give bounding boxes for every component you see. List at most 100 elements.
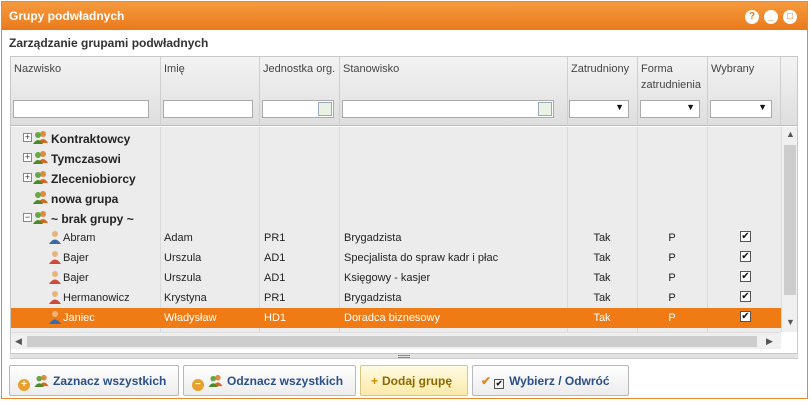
cell-zatrudniony: Tak xyxy=(593,272,611,284)
group-icon xyxy=(33,211,48,224)
filter-nazwisko-input[interactable] xyxy=(13,100,149,118)
deselect-all-button[interactable]: − Odznacz wszystkich xyxy=(183,365,356,396)
group-row-zleceniobiorcy[interactable]: + Zleceniobiorcy xyxy=(11,168,781,188)
group-icon xyxy=(34,374,49,387)
col-label: Zatrudniony xyxy=(571,63,630,75)
filter-jednostka-input[interactable] xyxy=(262,100,334,118)
col-label: Jednostka org. xyxy=(263,63,336,75)
group-name: nowa grupa xyxy=(51,192,119,206)
table-row[interactable]: Abram Adam PR1 Brygadzista Tak P ✔ xyxy=(11,228,781,248)
dropdown-arrow-icon: ▼ xyxy=(686,102,695,112)
male-user-icon xyxy=(49,231,61,244)
group-row-kontraktowcy[interactable]: + Kontraktowcy xyxy=(11,128,781,148)
group-name: Zleceniobiorcy xyxy=(51,172,136,186)
checkbox-icon: ✔ xyxy=(494,379,505,389)
minimize-button[interactable]: _ xyxy=(764,10,778,24)
cell-forma: P xyxy=(668,312,676,324)
cell-nazwisko: Bajer xyxy=(63,272,89,284)
group-icon xyxy=(208,374,223,387)
add-group-button[interactable]: + Dodaj grupę xyxy=(360,365,468,396)
lookup-icon[interactable] xyxy=(538,102,552,116)
group-name: Tymczasowi xyxy=(51,152,121,166)
cell-imie: Urszula xyxy=(164,272,202,284)
filter-stanowisko-input[interactable] xyxy=(342,100,554,118)
filter-imie-input[interactable] xyxy=(163,100,253,118)
cell-imie: Adam xyxy=(164,232,193,244)
cell-zatrudniony: Tak xyxy=(593,252,611,264)
cell-imie: Krystyna xyxy=(164,292,207,304)
selected-checkbox[interactable]: ✔ xyxy=(740,291,751,302)
button-label: Wybierz / Odwróć xyxy=(509,374,610,388)
filter-zatrudniony-select[interactable]: ▼ xyxy=(569,100,629,118)
cell-jednostka: PR1 xyxy=(264,292,286,304)
male-user-icon xyxy=(49,311,61,324)
table-row-selected[interactable]: Janiec Władysław HD1 Doradca biznesowy T… xyxy=(11,308,781,328)
cell-stanowisko: Doradca biznesowy xyxy=(344,312,440,324)
selected-checkbox[interactable]: ✔ xyxy=(740,251,751,262)
add-circle-icon: + xyxy=(18,379,30,391)
choose-toggle-button[interactable]: ✔ ✔ Wybierz / Odwróć xyxy=(472,365,629,396)
selected-checkbox[interactable]: ✔ xyxy=(740,311,751,322)
selected-checkbox[interactable]: ✔ xyxy=(740,231,751,242)
table-row[interactable]: Hermanowicz Krystyna PR1 Brygadzista Tak… xyxy=(11,288,781,308)
cell-forma: P xyxy=(668,232,676,244)
lookup-icon[interactable] xyxy=(318,102,332,116)
expand-icon[interactable]: + xyxy=(23,173,32,182)
cell-stanowisko: Specjalista do spraw kadr i płac xyxy=(344,252,499,264)
table-row[interactable]: Bajer Urszula AD1 Specjalista do spraw k… xyxy=(11,248,781,268)
expand-icon[interactable]: + xyxy=(23,133,32,142)
selected-checkbox[interactable]: ✔ xyxy=(740,271,751,282)
vertical-scroll-thumb[interactable] xyxy=(784,145,796,295)
resize-splitter[interactable] xyxy=(10,354,798,359)
scroll-up-icon[interactable]: ▲ xyxy=(786,129,795,139)
scroll-down-icon[interactable]: ▼ xyxy=(786,317,795,327)
scroll-right-icon[interactable]: ▶ xyxy=(766,336,773,347)
cell-imie: Władysław xyxy=(164,312,217,324)
cell-nazwisko: Hermanowicz xyxy=(63,292,130,304)
col-label: Imię xyxy=(164,63,185,75)
expand-icon[interactable]: + xyxy=(23,153,32,162)
horizontal-scroll-thumb[interactable] xyxy=(27,336,757,347)
table-row[interactable]: Bajer Urszula AD1 Księgowy - kasjer Tak … xyxy=(11,268,781,288)
cell-jednostka: PR1 xyxy=(264,232,286,244)
cell-forma: P xyxy=(668,272,676,284)
collapse-icon[interactable]: − xyxy=(23,213,32,222)
panel-subtitle: Zarządzanie grupami podwładnych xyxy=(9,36,209,50)
group-row-nowa-grupa[interactable]: nowa grupa xyxy=(11,188,781,208)
female-user-icon xyxy=(49,271,61,284)
window-title: Grupy podwładnych xyxy=(9,9,125,23)
group-row-brak-grupy[interactable]: − ~ brak grupy ~ xyxy=(11,208,781,228)
group-row-tymczasowi[interactable]: + Tymczasowi xyxy=(11,148,781,168)
cell-stanowisko: Księgowy - kasjer xyxy=(344,272,431,284)
cell-jednostka: AD1 xyxy=(264,252,286,264)
maximize-button[interactable]: □ xyxy=(783,10,797,24)
dropdown-arrow-icon: ▼ xyxy=(758,102,767,112)
plus-icon: + xyxy=(371,374,379,388)
group-name: Kontraktowcy xyxy=(51,132,131,146)
group-icon xyxy=(33,151,48,164)
vertical-scrollbar[interactable]: ▲ ▼ xyxy=(781,127,797,332)
cell-nazwisko: Abram xyxy=(63,232,96,244)
cell-forma: P xyxy=(668,252,676,264)
title-bar[interactable]: Grupy podwładnych ? _ □ xyxy=(2,2,807,30)
button-label: Zaznacz wszystkich xyxy=(53,374,167,388)
dropdown-arrow-icon: ▼ xyxy=(615,102,624,112)
cell-stanowisko: Brygadzista xyxy=(344,292,402,304)
grid-body: + Kontraktowcy + Tymczasowi + Zleceniobi… xyxy=(11,127,781,332)
group-icon xyxy=(33,171,48,184)
col-label: Forma zatrudnienia xyxy=(641,63,701,91)
remove-circle-icon: − xyxy=(192,379,204,391)
col-label: Wybrany xyxy=(711,63,755,75)
filter-forma-select[interactable]: ▼ xyxy=(640,100,700,118)
horizontal-scrollbar[interactable]: ◀ ▶ xyxy=(11,332,781,349)
button-label: Dodaj grupę xyxy=(382,374,453,388)
cell-nazwisko: Bajer xyxy=(63,252,89,264)
scroll-left-icon[interactable]: ◀ xyxy=(15,336,22,347)
filter-wybrany-select[interactable]: ▼ xyxy=(710,100,772,118)
select-all-button[interactable]: + Zaznacz wszystkich xyxy=(9,365,179,396)
cell-zatrudniony: Tak xyxy=(593,312,611,324)
female-user-icon xyxy=(49,251,61,264)
cell-jednostka: AD1 xyxy=(264,272,286,284)
group-name: ~ brak grupy ~ xyxy=(51,212,134,226)
help-button[interactable]: ? xyxy=(745,10,759,24)
